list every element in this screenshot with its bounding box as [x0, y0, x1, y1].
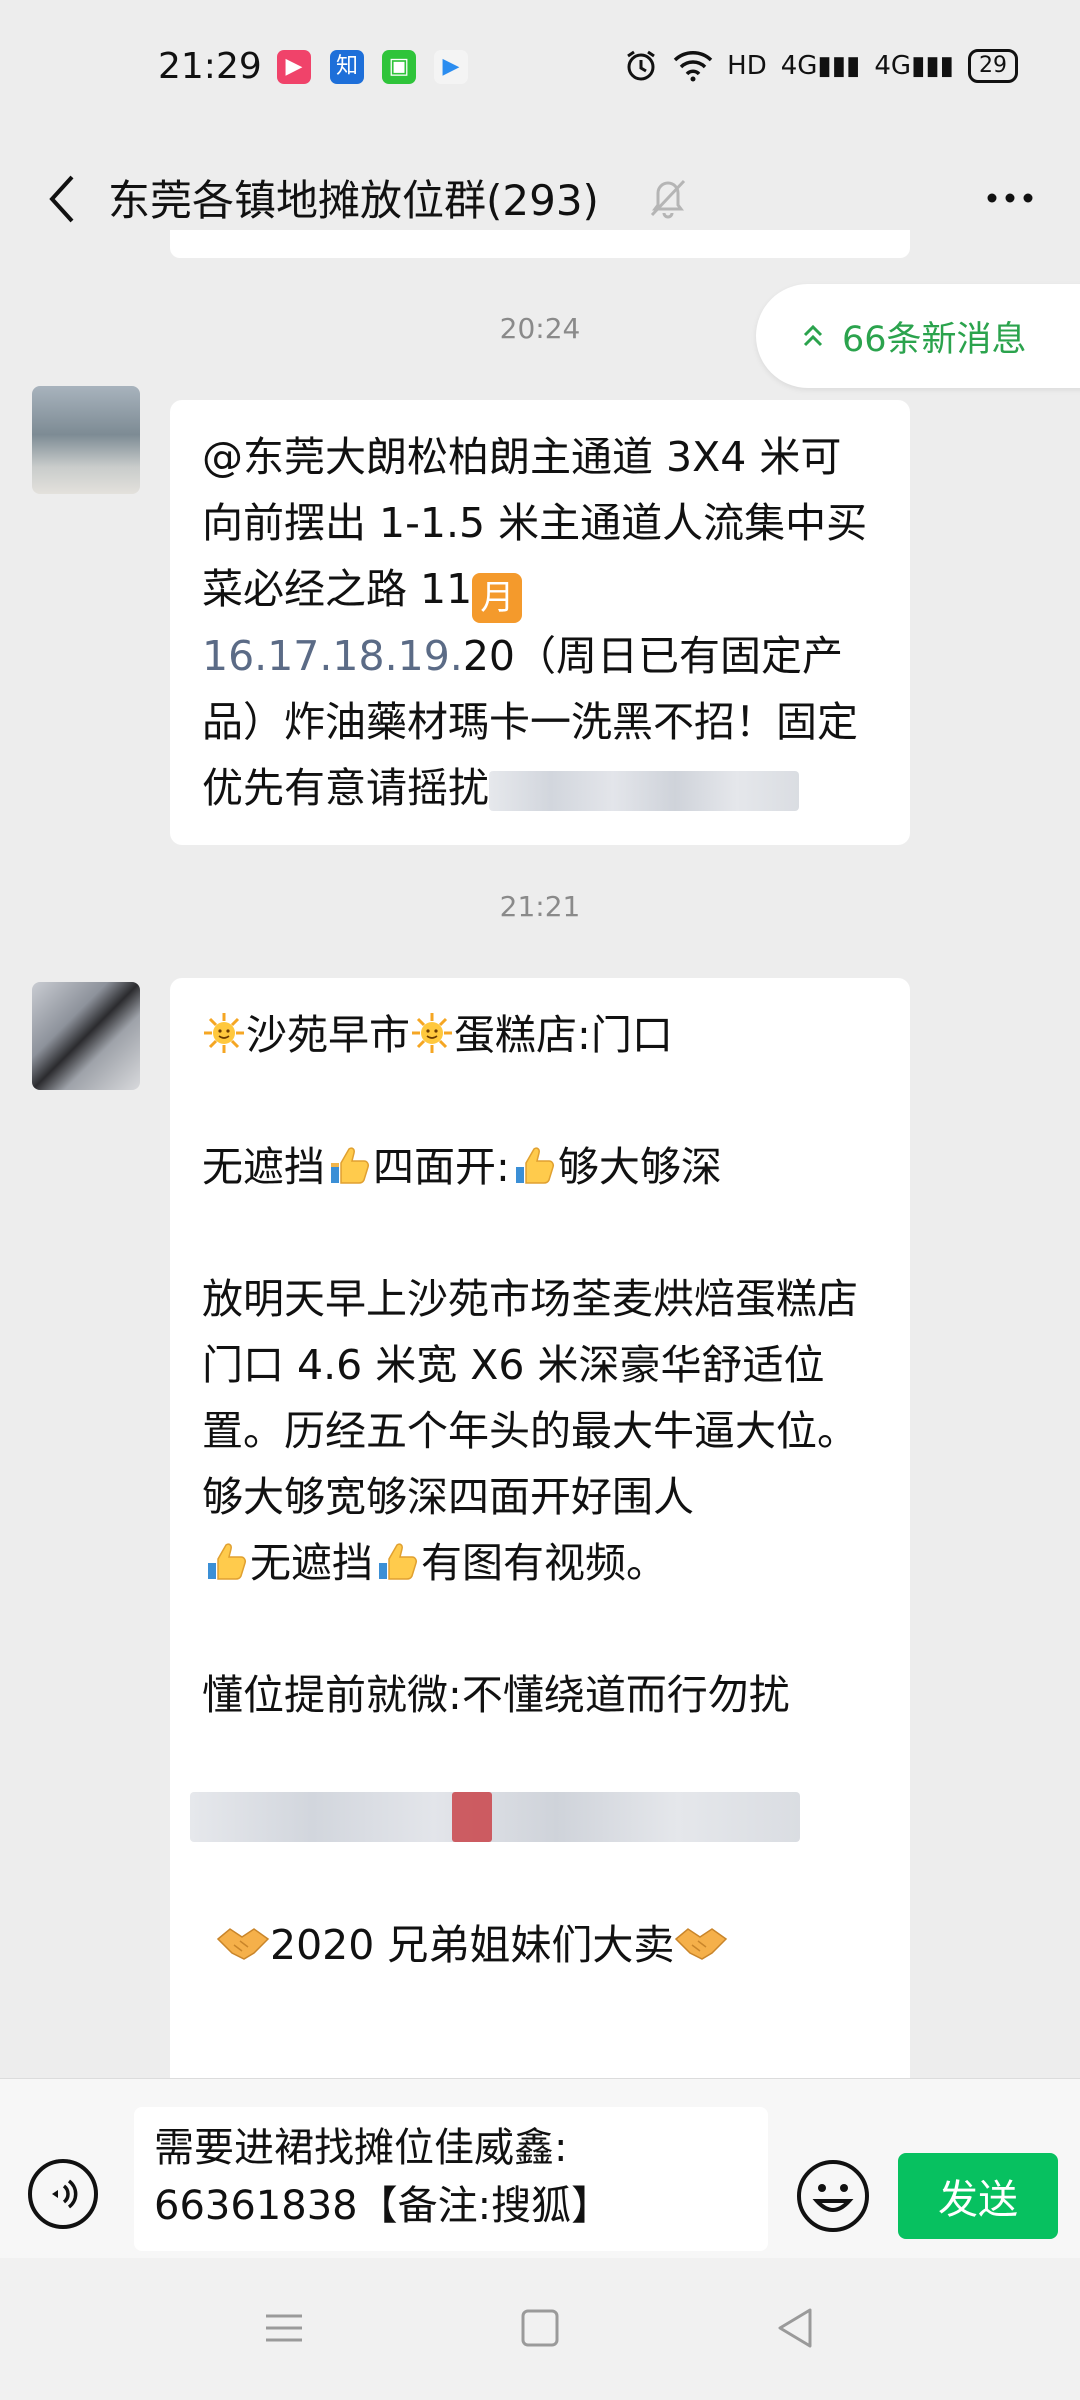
handshake-emoji-icon — [675, 1928, 728, 1960]
chat-messages[interactable]: 20:24 66条新消息 @东莞大朗松柏朗主通道 3X4 米可向前摆出 1-1.… — [0, 230, 1080, 2078]
message-line: 沙苑早市 蛋糕店:门口 — [202, 1002, 878, 1068]
system-nav-bar — [0, 2258, 1080, 2400]
thumbs-up-emoji-icon — [208, 1543, 246, 1580]
moon-emoji-icon: 月 — [472, 573, 523, 623]
chat-title: 东莞各镇地摊放位群(293) — [108, 176, 599, 225]
blurred-contact — [190, 1782, 878, 1842]
blurred-contact — [489, 771, 799, 811]
zhihu-app-icon: 知 — [330, 50, 364, 84]
message-input[interactable]: 需要进裙找摊位佳威鑫: 66361838【备注:搜狐】 — [134, 2107, 768, 2251]
wifi-icon — [673, 51, 713, 82]
iqiyi-app-icon: ▣ — [382, 50, 416, 84]
menu-nav-icon[interactable] — [254, 2298, 314, 2358]
new-messages-label: 66条新消息 — [842, 319, 1027, 360]
video-app-icon: ▶ — [277, 50, 311, 84]
sun-emoji-icon — [204, 1013, 244, 1053]
sender-avatar[interactable] — [32, 982, 140, 1090]
new-messages-button[interactable]: 66条新消息 — [756, 284, 1080, 388]
tencent-video-app-icon: ▶ — [434, 50, 468, 84]
message-line: 无遮挡 四面开: 够大够深 — [202, 1143, 722, 1191]
battery-indicator: 29 — [968, 49, 1018, 83]
message-paragraph: 放明天早上沙苑市场荃麦烘焙蛋糕店门口 4.6 米宽 X6 米深豪华舒适位置。历经… — [202, 1275, 858, 1587]
emoji-face-icon[interactable] — [796, 2159, 870, 2233]
signal-4g-1: 4G▮▮▮ — [780, 51, 861, 81]
message-timestamp: 21:21 — [499, 890, 581, 923]
hd-indicator: HD — [727, 51, 767, 81]
status-time: 21:29 — [158, 46, 262, 87]
date-link[interactable]: 16.17.18.19. — [202, 632, 463, 680]
alarm-icon — [627, 50, 655, 81]
send-button[interactable]: 发送 — [898, 2153, 1058, 2239]
previous-message-bubble — [170, 230, 910, 258]
home-nav-icon[interactable] — [510, 2298, 570, 2358]
thumbs-up-emoji-icon — [379, 1543, 417, 1580]
voice-icon[interactable] — [28, 2159, 98, 2229]
sun-emoji-icon — [412, 1013, 452, 1053]
message-line: 2020 兄弟姐妹们大卖 — [202, 1912, 878, 1978]
double-chevron-up-icon — [803, 324, 823, 347]
mute-bell-icon — [650, 179, 686, 219]
system-indicators: HD 4G▮▮▮ 4G▮▮▮ 29 — [623, 44, 1018, 88]
signal-4g-2: 4G▮▮▮ — [874, 51, 954, 81]
back-nav-icon[interactable] — [766, 2298, 826, 2358]
message-line: 懂位提前就微:不懂绕道而行勿扰 — [202, 1671, 790, 1719]
message-text: @东莞大朗松柏朗主通道 3X4 米可向前摆出 1-1.5 米主通道人流集中买菜必… — [202, 433, 868, 812]
thumbs-up-emoji-icon — [515, 1147, 554, 1184]
status-bar: 21:29 ▶ 知 ▣ ▶ HD 4G▮▮▮ 4G▮▮▮ 29 — [0, 0, 1080, 135]
more-dots-icon[interactable] — [980, 173, 1040, 223]
input-bar: 需要进裙找摊位佳威鑫: 66361838【备注:搜狐】 发送 — [0, 2078, 1080, 2259]
sender-avatar[interactable] — [32, 386, 140, 494]
message-bubble[interactable]: 沙苑早市 蛋糕店:门口 无遮挡 四面开: 够大够深 放明天早上沙苑市场荃麦烘焙蛋糕店门… — [170, 978, 910, 2078]
message-bubble[interactable]: @东莞大朗松柏朗主通道 3X4 米可向前摆出 1-1.5 米主通道人流集中买菜必… — [170, 400, 910, 845]
handshake-emoji-icon — [216, 1928, 270, 1960]
back-arrow-icon[interactable] — [30, 159, 90, 239]
thumbs-up-emoji-icon — [331, 1147, 369, 1184]
